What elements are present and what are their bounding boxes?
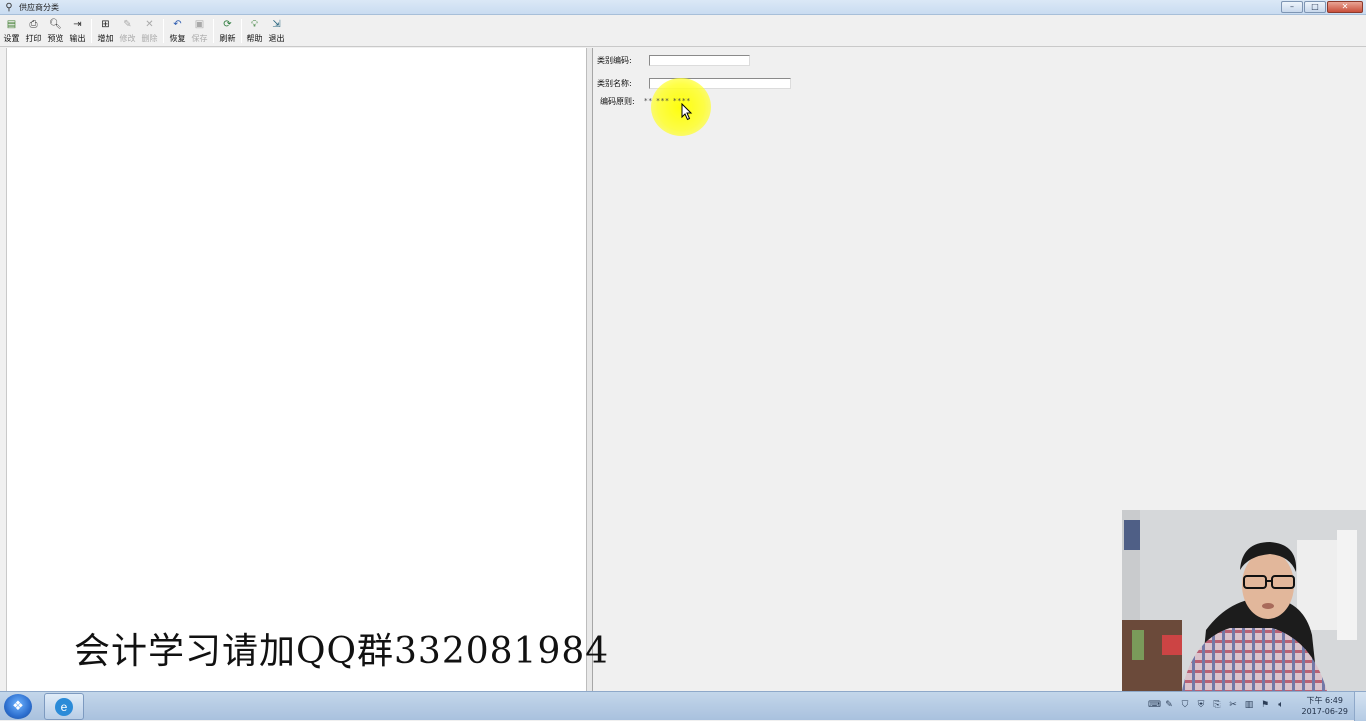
toolbar: ▤ 设置 ⎙ 打印 🔍︎ 预览 ⇥ 输出 ⊞ 增加 ✎ 修改 ✕ 删除 ↶ 恢复… xyxy=(0,15,1366,47)
title-bar: ⚲ 供应商分类 – □ ✕ xyxy=(0,0,1366,15)
app-key-icon: ⚲ xyxy=(5,1,13,13)
shield-icon[interactable]: ⛨ xyxy=(1196,700,1206,710)
category-tree-panel[interactable] xyxy=(6,48,586,691)
add-button[interactable]: ⊞ 增加 xyxy=(95,17,116,45)
refresh-icon: ⟳ xyxy=(223,19,232,30)
system-tray: ⌨ ✎ ⛉ ⛨ ⎘ ✂ ▥ ⚑ 🔈︎ xyxy=(1148,700,1286,710)
settings-button[interactable]: ▤ 设置 xyxy=(1,17,22,45)
save-icon: ▣ xyxy=(194,19,205,30)
keyboard-icon[interactable]: ⌨ xyxy=(1148,700,1161,710)
category-code-input[interactable] xyxy=(649,55,750,66)
coding-rule-label: 编码原则: xyxy=(600,97,635,106)
undo-button[interactable]: ↶ 恢复 xyxy=(167,17,188,45)
print-icon: ⎙ xyxy=(29,19,38,30)
clock[interactable]: 下午 6:49 2017-06-29 xyxy=(1302,695,1349,717)
window-title: 供应商分类 xyxy=(19,2,59,12)
delete-icon: ✕ xyxy=(145,19,154,30)
window-controls: – □ ✕ xyxy=(1281,1,1363,13)
show-desktop-button[interactable] xyxy=(1354,692,1366,721)
toolbar-separator xyxy=(163,19,164,43)
exit-icon: ⇲ xyxy=(272,19,281,30)
undo-icon: ↶ xyxy=(173,19,182,30)
exit-button[interactable]: ⇲ 退出 xyxy=(266,17,287,45)
toolbar-separator xyxy=(241,19,242,43)
edit-button[interactable]: ✎ 修改 xyxy=(117,17,138,45)
minimize-button[interactable]: – xyxy=(1281,1,1303,13)
refresh-button[interactable]: ⟳ 刷新 xyxy=(217,17,238,45)
print-button[interactable]: ⎙ 打印 xyxy=(23,17,44,45)
app-e-icon: e xyxy=(55,697,73,716)
close-button[interactable]: ✕ xyxy=(1327,1,1363,13)
taskbar: ❖ e ⌨ ✎ ⛉ ⛨ ⎘ ✂ ▥ ⚑ 🔈︎ 下午 6:49 2017-06-2… xyxy=(0,691,1366,721)
presenter-video-image xyxy=(1122,510,1366,691)
watermark-text: 会计学习请加QQ群332081984 xyxy=(74,631,610,672)
start-button[interactable]: ❖ xyxy=(4,694,32,719)
toolbar-separator xyxy=(91,19,92,43)
help-icon: 💡︎ xyxy=(251,19,258,30)
help-button[interactable]: 💡︎ 帮助 xyxy=(244,17,265,45)
taskbar-app-button[interactable]: e xyxy=(44,693,84,720)
windows-logo-icon: ❖ xyxy=(12,699,24,714)
maximize-button[interactable]: □ xyxy=(1304,1,1326,13)
settings-icon: ▤ xyxy=(6,19,17,30)
webcam-overlay xyxy=(1122,510,1366,691)
category-name-label: 类别名称: xyxy=(597,79,632,88)
clip-icon[interactable]: ⎘ xyxy=(1212,700,1222,710)
svg-text:e: e xyxy=(61,700,68,714)
add-icon: ⊞ xyxy=(101,19,110,30)
export-icon: ⇥ xyxy=(73,19,82,30)
pen-icon[interactable]: ✎ xyxy=(1164,700,1174,710)
preview-button[interactable]: 🔍︎ 预览 xyxy=(45,17,66,45)
export-button[interactable]: ⇥ 输出 xyxy=(67,17,88,45)
panel-splitter[interactable] xyxy=(586,48,593,691)
volume-icon[interactable]: 🔈︎ xyxy=(1276,700,1286,710)
network-icon[interactable]: ▥ xyxy=(1244,700,1254,710)
shirt-icon[interactable]: ⛉ xyxy=(1180,700,1190,710)
flag-icon[interactable]: ⚑ xyxy=(1260,700,1270,710)
clock-date: 2017-06-29 xyxy=(1301,707,1349,716)
clock-time: 下午 6:49 xyxy=(1306,696,1343,705)
delete-button[interactable]: ✕ 删除 xyxy=(139,17,160,45)
category-code-label: 类别编码: xyxy=(597,56,632,65)
mouse-cursor-icon xyxy=(681,103,693,121)
edit-icon: ✎ xyxy=(123,19,132,30)
toolbar-separator xyxy=(213,19,214,43)
save-button[interactable]: ▣ 保存 xyxy=(189,17,210,45)
preview-icon: 🔍︎ xyxy=(49,19,62,30)
tools-icon[interactable]: ✂ xyxy=(1228,700,1238,710)
